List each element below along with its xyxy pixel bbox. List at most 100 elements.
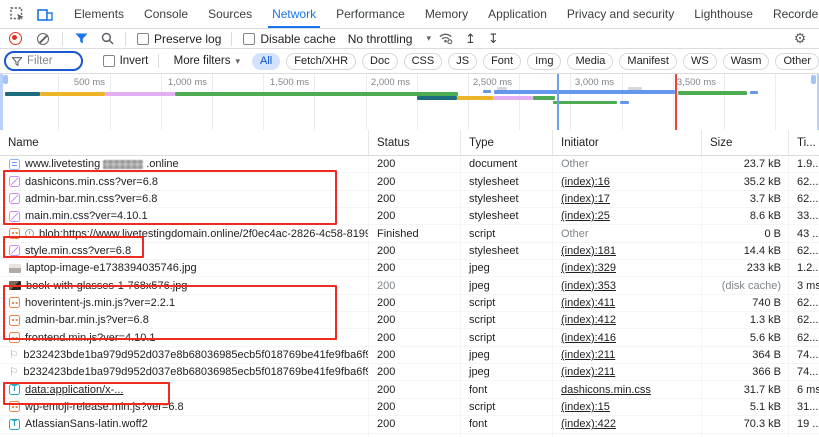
cell-size: 1.3 kB	[701, 312, 788, 329]
chip-ws[interactable]: WS	[682, 52, 717, 70]
document-icon	[9, 158, 20, 170]
request-row[interactable]: book-with-glasses-1-768x576.jpg 200 jpeg (i…	[0, 277, 819, 295]
cell-initiator: (index):17	[552, 190, 701, 208]
request-row[interactable]: hoverintent-js.min.js?ver=2.2.1 200 script…	[0, 294, 819, 313]
overview-blue-cursor	[557, 74, 559, 130]
cell-initiator: (index):411	[552, 294, 701, 312]
initiator-link[interactable]: (index):15	[561, 401, 610, 413]
request-row[interactable]: laptop-image-e1738394035746.jpg 200 jpeg (i…	[0, 260, 819, 278]
overview-range-notch[interactable]	[3, 75, 8, 84]
overview-range-notch[interactable]	[811, 75, 816, 84]
request-row[interactable]: wp-emoji-release.min.js?ver=6.8 200 script…	[0, 398, 819, 417]
chip-all[interactable]: All	[252, 52, 281, 70]
chip-other[interactable]: Other	[775, 52, 819, 70]
request-row[interactable]: blob:https://www.livetestingdomain.onlin…	[0, 225, 819, 243]
disable-cache-checkbox[interactable]	[243, 32, 256, 45]
preserve-log-checkbox[interactable]	[137, 32, 149, 45]
chip-font[interactable]: Font	[483, 52, 522, 70]
request-row[interactable]: T AtlassianSans-latin.woff2 200 font (index)…	[0, 416, 819, 434]
request-row[interactable]: Tdata:application/x-... 200 font dashicons.…	[0, 381, 819, 399]
device-toolbar-icon[interactable]	[36, 5, 54, 23]
cell-type: script	[460, 398, 552, 416]
overview-tick-label: 1,000 ms	[167, 77, 207, 88]
cell-size: 233 kB	[701, 260, 788, 277]
tab-application[interactable]: Application	[478, 0, 557, 28]
initiator-link[interactable]: dashicons.min.css	[561, 384, 651, 396]
initiator-text: Other	[561, 227, 589, 240]
initiator-link[interactable]: (index):416	[561, 332, 616, 344]
column-header-initiator[interactable]: Initiator	[552, 130, 701, 155]
initiator-link[interactable]: (index):411	[561, 297, 615, 309]
tab-performance[interactable]: Performance	[326, 0, 415, 28]
column-header-type[interactable]: Type	[460, 130, 552, 155]
initiator-link[interactable]: (index):211	[561, 366, 615, 378]
column-header-name[interactable]: Name	[0, 130, 368, 155]
column-header-size[interactable]: Size	[701, 130, 788, 155]
column-header-time[interactable]: Ti...	[788, 130, 819, 155]
request-row[interactable]: main.min.css?ver=4.10.1 200 stylesheet (ind…	[0, 208, 819, 226]
initiator-link[interactable]: (index):211	[561, 349, 615, 361]
filter-funnel-icon[interactable]	[74, 32, 88, 46]
clock-icon	[25, 229, 34, 239]
column-header-status[interactable]: Status	[368, 130, 460, 155]
chip-manifest[interactable]: Manifest	[619, 52, 677, 70]
overview-gridline	[724, 74, 725, 130]
initiator-link[interactable]: (index):16	[561, 176, 610, 188]
request-name: style.min.css?ver=6.8	[25, 244, 132, 257]
filter-input[interactable]: Filter	[4, 51, 83, 71]
cell-time: 32...	[788, 433, 819, 437]
waterfall-bar-green	[533, 96, 555, 100]
network-overview[interactable]: 500 ms 1,000 ms 1,500 ms 2,000 ms 2,500 ms 3,…	[0, 74, 819, 131]
overview-red-cursor	[675, 74, 677, 130]
initiator-link[interactable]: (index):412	[561, 314, 616, 326]
initiator-link[interactable]: (index):329	[561, 262, 616, 274]
chip-fetch-xhr[interactable]: Fetch/XHR	[286, 52, 357, 70]
tab-sources[interactable]: Sources	[198, 0, 262, 28]
tab-privacy-and-security[interactable]: Privacy and security	[557, 0, 684, 28]
tab-recorder[interactable]: Recorder	[763, 0, 819, 28]
initiator-link[interactable]: (index):353	[561, 280, 616, 292]
initiator-link[interactable]: (index):181	[561, 245, 616, 257]
cell-name: www.livetesting .online	[0, 156, 368, 172]
chip-js[interactable]: JS	[448, 52, 478, 70]
script-icon	[9, 314, 20, 326]
chip-css[interactable]: CSS	[403, 52, 443, 70]
throttling-select[interactable]: No throttling ▾	[348, 32, 431, 46]
chip-media[interactable]: Media	[567, 52, 614, 70]
inspect-element-icon[interactable]	[8, 5, 26, 23]
cell-name: wp-emoji-release.min.js?ver=6.8	[0, 399, 368, 415]
request-row[interactable]: frontend.min.js?ver=4.10.1 200 script (inde…	[0, 329, 819, 347]
chip-wasm[interactable]: Wasm	[722, 52, 770, 70]
cell-type: jpeg	[460, 277, 552, 294]
request-row[interactable]: ⚐ b232423bde1ba979d952d037e8b68036985ecb5…	[0, 364, 819, 382]
request-row[interactable]: ⚐ b232423bde1ba979d952d037e8b68036985ecb5…	[0, 346, 819, 365]
invert-checkbox[interactable]	[102, 55, 115, 67]
network-conditions-icon[interactable]	[439, 32, 453, 46]
initiator-link[interactable]: (index):25	[561, 210, 610, 222]
tab-network[interactable]: Network	[262, 0, 326, 28]
tab-console[interactable]: Console	[134, 0, 198, 28]
request-row[interactable]: admin-bar.min.css?ver=6.8 200 stylesheet (i…	[0, 190, 819, 209]
import-har-icon[interactable]: ↥	[465, 32, 476, 45]
search-icon[interactable]	[100, 32, 114, 46]
request-row[interactable]: www.livetesting .online 200 document Other 23…	[0, 156, 819, 174]
cell-initiator: Other	[552, 225, 701, 242]
request-row[interactable]: admin-bar.min.js?ver=6.8 200 script (index)…	[0, 312, 819, 330]
more-filters-button[interactable]: More filters ▾	[174, 55, 240, 67]
request-row[interactable]: favicon.ico200x-iconOther2.2 kB32...	[0, 433, 819, 437]
request-row[interactable]: style.min.css?ver=6.8 200 stylesheet (index…	[0, 242, 819, 261]
waterfall-bar-blue	[750, 91, 758, 94]
initiator-link[interactable]: (index):422	[561, 418, 616, 430]
clear-icon[interactable]	[37, 32, 49, 45]
initiator-link[interactable]: (index):17	[561, 193, 610, 205]
network-settings-gear-icon[interactable]: ⚙	[789, 28, 811, 50]
request-row[interactable]: dashicons.min.css?ver=6.8 200 stylesheet (i…	[0, 173, 819, 191]
waterfall-bar-violet	[105, 92, 175, 96]
export-har-icon[interactable]: ↧	[488, 32, 499, 45]
tab-elements[interactable]: Elements	[64, 0, 134, 28]
tab-memory[interactable]: Memory	[415, 0, 478, 28]
tab-lighthouse[interactable]: Lighthouse	[684, 0, 763, 28]
record-icon[interactable]	[9, 32, 22, 45]
chip-img[interactable]: Img	[527, 52, 562, 70]
chip-doc[interactable]: Doc	[362, 52, 398, 70]
